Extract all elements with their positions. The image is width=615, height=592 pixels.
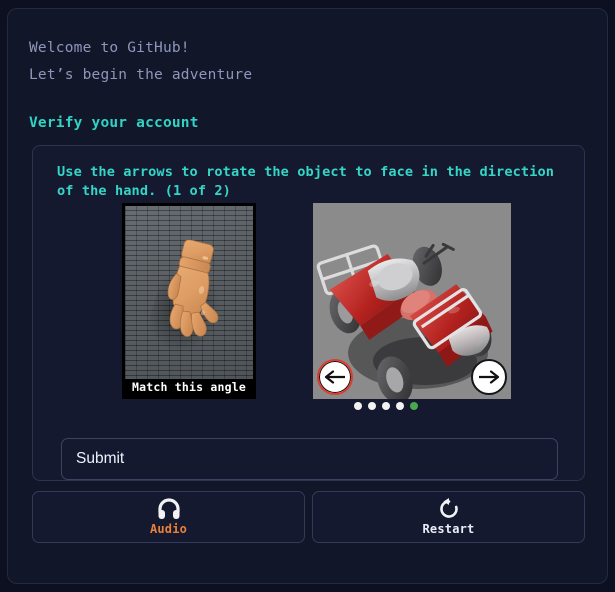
submit-button[interactable]: Submit: [61, 438, 558, 480]
restart-button[interactable]: Restart: [312, 491, 585, 543]
progress-dots: [33, 402, 586, 410]
arrow-left-icon: [324, 370, 345, 384]
restart-button-label: Restart: [422, 522, 475, 536]
hand-caption: Match this angle: [125, 379, 253, 396]
greeting-line-1: Welcome to GitHub!: [29, 40, 190, 56]
object-rotation-panel: [313, 203, 511, 399]
footer-actions: Audio Restart: [32, 491, 585, 543]
arrow-right-icon: [479, 370, 500, 384]
progress-dot: [382, 402, 390, 410]
page-shell: Welcome to GitHub! Let’s begin the adven…: [7, 8, 608, 584]
audio-button-label: Audio: [149, 522, 188, 536]
verify-account-title: Verify your account: [29, 115, 199, 131]
greeting-block: Welcome to GitHub! Let’s begin the adven…: [29, 35, 529, 89]
verification-card: Use the arrows to rotate the object to f…: [32, 145, 585, 481]
hand-reference-panel: Match this angle: [122, 203, 256, 399]
progress-dot-active: [410, 402, 418, 410]
rotate-right-button[interactable]: [471, 359, 507, 395]
progress-dot: [396, 402, 404, 410]
rotate-left-button[interactable]: [317, 359, 353, 395]
headphones-icon: [157, 498, 181, 520]
restart-icon: [438, 498, 460, 520]
hand-image: [125, 206, 253, 396]
progress-dot: [354, 402, 362, 410]
progress-dot: [368, 402, 376, 410]
captcha-page: Welcome to GitHub! Let’s begin the adven…: [0, 0, 615, 592]
captcha-prompt: Use the arrows to rotate the object to f…: [57, 164, 555, 199]
mannequin-hand-icon: [167, 240, 219, 337]
greeting-line-2: Let’s begin the adventure: [29, 67, 253, 83]
audio-button[interactable]: Audio: [32, 491, 305, 543]
